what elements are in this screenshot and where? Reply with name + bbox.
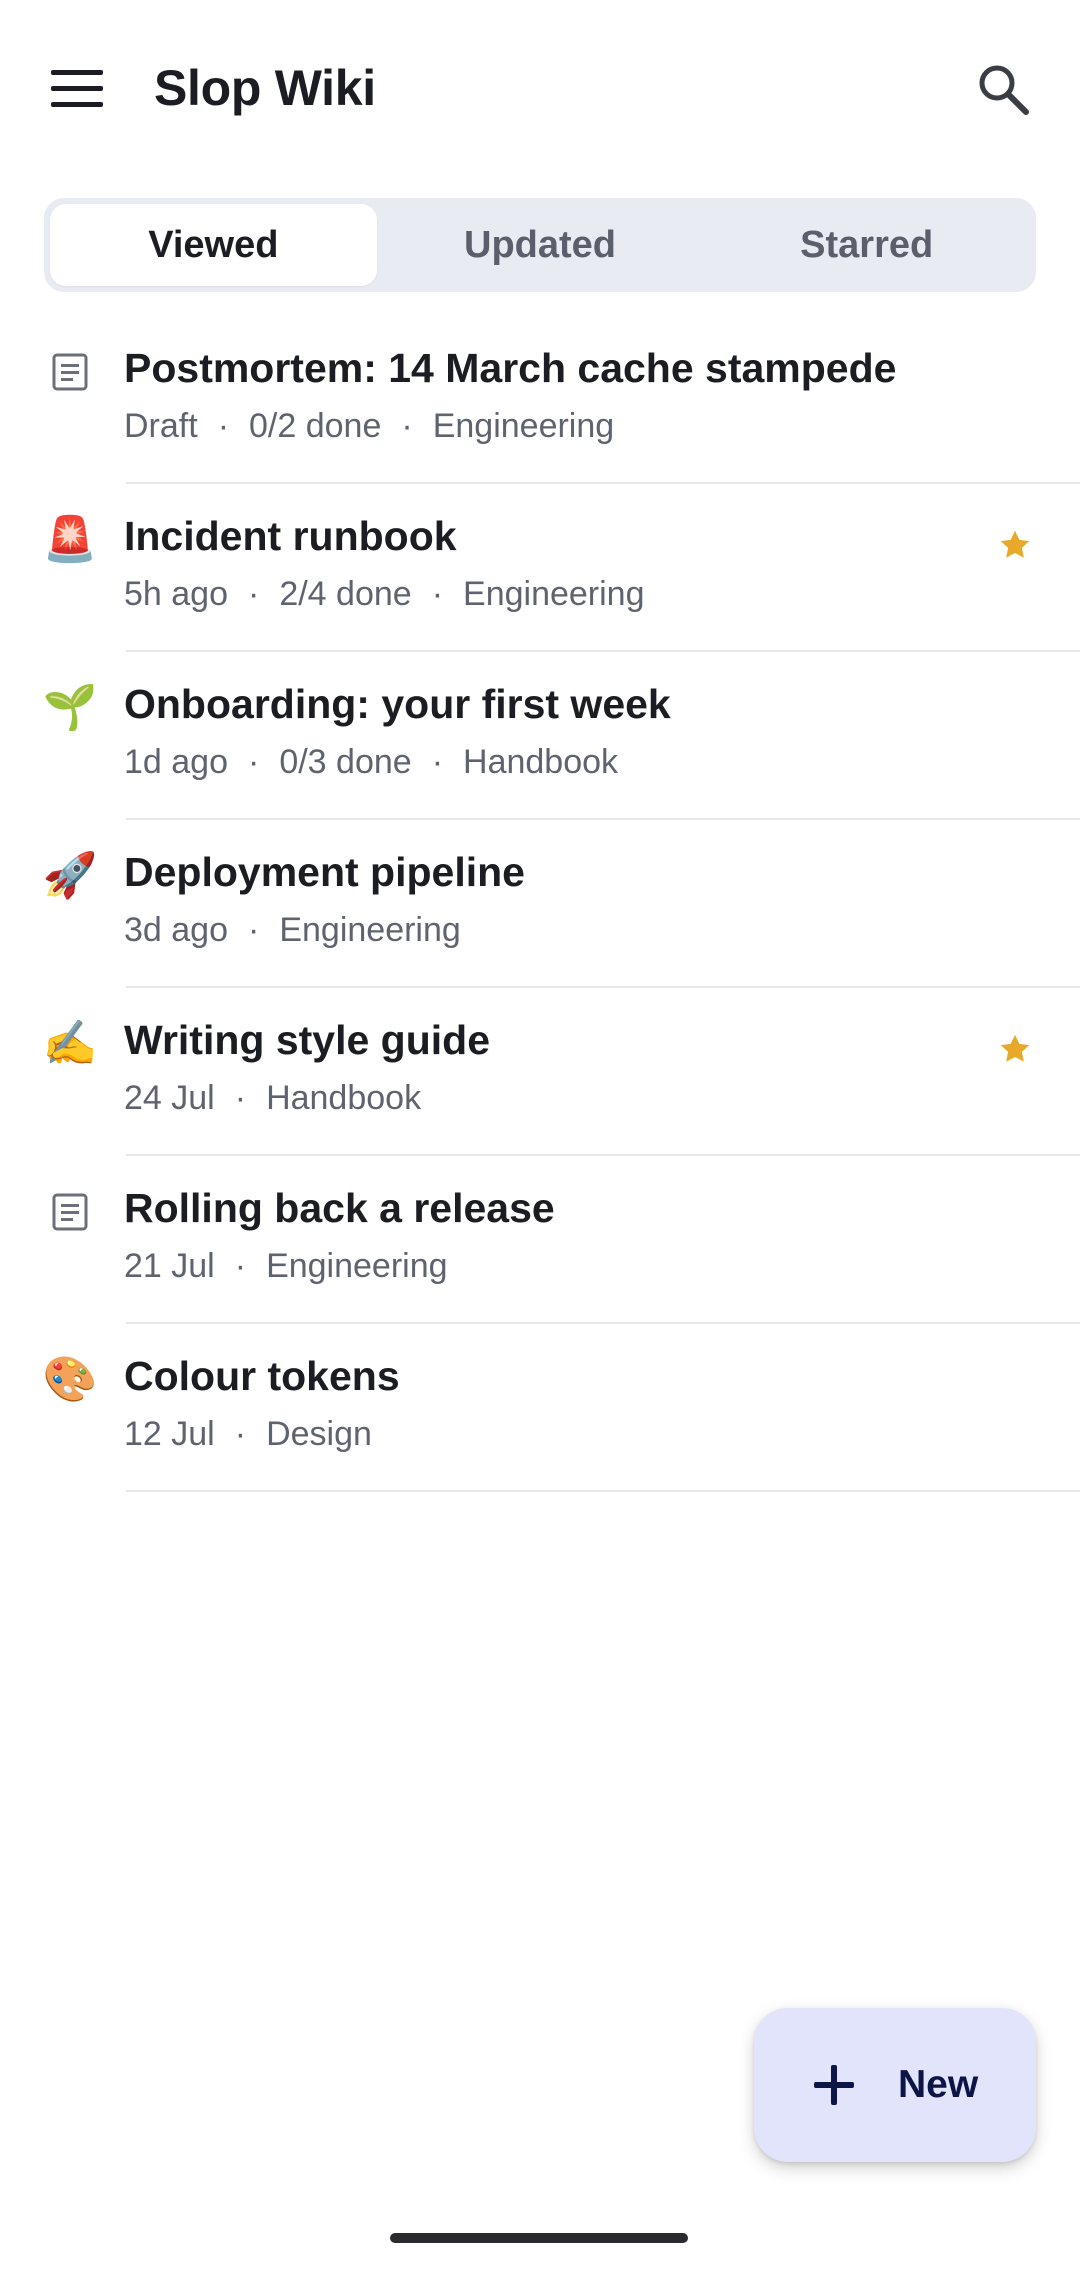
meta-item: 0/3 done xyxy=(279,743,412,781)
writing-hand-icon: ✍️ xyxy=(42,1018,98,1069)
page-meta: 3d ago · Engineering xyxy=(124,906,461,954)
seedling-icon: 🌱 xyxy=(42,682,98,733)
page-title: Colour tokens xyxy=(124,1353,400,1399)
page-title: Postmortem: 14 March cache stampede xyxy=(124,345,897,391)
meta-item: 2/4 done xyxy=(279,575,412,613)
page-meta: 1d ago · 0/3 done · Handbook xyxy=(124,738,618,786)
page-title: Rolling back a release xyxy=(124,1185,555,1231)
list-item[interactable]: 🌱 Onboarding: your first week 1d ago · 0/3 d… xyxy=(0,652,1080,820)
meta-item: Engineering xyxy=(432,407,615,445)
home-indicator[interactable] xyxy=(390,2233,688,2243)
meta-item: 0/2 done xyxy=(249,407,382,445)
meta-separator: · xyxy=(248,575,260,613)
list-item[interactable]: ✍️ Writing style guide 24 Jul · Handbook xyxy=(0,988,1080,1156)
meta-separator: · xyxy=(234,1415,247,1453)
palette-icon: 🎨 xyxy=(42,1354,98,1405)
star-icon[interactable] xyxy=(994,1028,1036,1070)
search-button[interactable] xyxy=(970,56,1036,122)
list-item[interactable]: 🎨 Colour tokens 12 Jul · Design xyxy=(0,1324,1080,1492)
list-item[interactable]: Postmortem: 14 March cache stampede Draft… xyxy=(0,316,1080,484)
siren-icon: 🚨 xyxy=(42,514,98,565)
tab-updated[interactable]: Updated xyxy=(377,204,704,286)
page-meta: 24 Jul · Handbook xyxy=(124,1074,421,1122)
rocket-icon: 🚀 xyxy=(42,850,98,901)
meta-item: Design xyxy=(266,1415,372,1453)
page-title: Onboarding: your first week xyxy=(124,681,671,727)
meta-item: Engineering xyxy=(279,911,461,949)
meta-item: 24 Jul xyxy=(124,1079,215,1117)
meta-separator: · xyxy=(401,407,413,445)
page-meta: 5h ago · 2/4 done · Engineering xyxy=(124,570,645,618)
meta-item: Engineering xyxy=(266,1247,448,1285)
top-app-bar: Slop Wiki xyxy=(0,0,1080,180)
list-item[interactable]: Rolling back a release 21 Jul · Engineering xyxy=(0,1156,1080,1324)
menu-button[interactable] xyxy=(46,58,108,120)
tab-viewed[interactable]: Viewed xyxy=(50,204,377,286)
divider xyxy=(126,1490,1080,1492)
plus-icon xyxy=(814,2065,854,2105)
meta-item: 3d ago xyxy=(124,911,228,949)
meta-separator: · xyxy=(248,743,260,781)
new-button-label: New xyxy=(898,2063,979,2106)
search-icon xyxy=(979,65,1029,115)
list-item[interactable]: 🚨 Incident runbook 5h ago · 2/4 done · Enginee… xyxy=(0,484,1080,652)
list-item[interactable]: 🚀 Deployment pipeline 3d ago · Engineering xyxy=(0,820,1080,988)
meta-separator: · xyxy=(234,1247,247,1285)
page-meta: 21 Jul · Engineering xyxy=(124,1242,448,1290)
meta-separator: · xyxy=(431,743,444,781)
hamburger-menu-icon xyxy=(51,70,103,107)
meta-separator: · xyxy=(217,407,230,445)
page-title: Writing style guide xyxy=(124,1017,490,1063)
document-icon xyxy=(44,1186,96,1238)
meta-separator: · xyxy=(234,1079,247,1117)
page-meta: Draft · 0/2 done · Engineering xyxy=(124,402,614,450)
meta-item: Handbook xyxy=(463,743,619,781)
meta-item: 21 Jul xyxy=(124,1247,215,1285)
page-title: Incident runbook xyxy=(124,513,457,559)
meta-item: 12 Jul xyxy=(124,1415,215,1453)
page-list: Postmortem: 14 March cache stampede Draft… xyxy=(0,316,1080,1492)
page-title: Deployment pipeline xyxy=(124,849,525,895)
meta-item: Draft xyxy=(124,407,198,445)
meta-separator: · xyxy=(248,911,260,949)
segmented-tabs: Viewed Updated Starred xyxy=(44,198,1036,292)
meta-separator: · xyxy=(431,575,444,613)
new-page-button[interactable]: New xyxy=(754,2008,1036,2162)
page-meta: 12 Jul · Design xyxy=(124,1410,372,1458)
meta-item: 1d ago xyxy=(124,743,228,781)
tab-starred[interactable]: Starred xyxy=(703,204,1030,286)
document-icon xyxy=(44,346,96,398)
meta-item: Engineering xyxy=(463,575,645,613)
star-icon[interactable] xyxy=(994,524,1036,566)
app-title: Slop Wiki xyxy=(154,60,376,116)
meta-item: Handbook xyxy=(266,1079,422,1117)
app-root: Slop Wiki Viewed Updated Starred Postmorte… xyxy=(0,0,1080,2274)
meta-item: 5h ago xyxy=(124,575,228,613)
